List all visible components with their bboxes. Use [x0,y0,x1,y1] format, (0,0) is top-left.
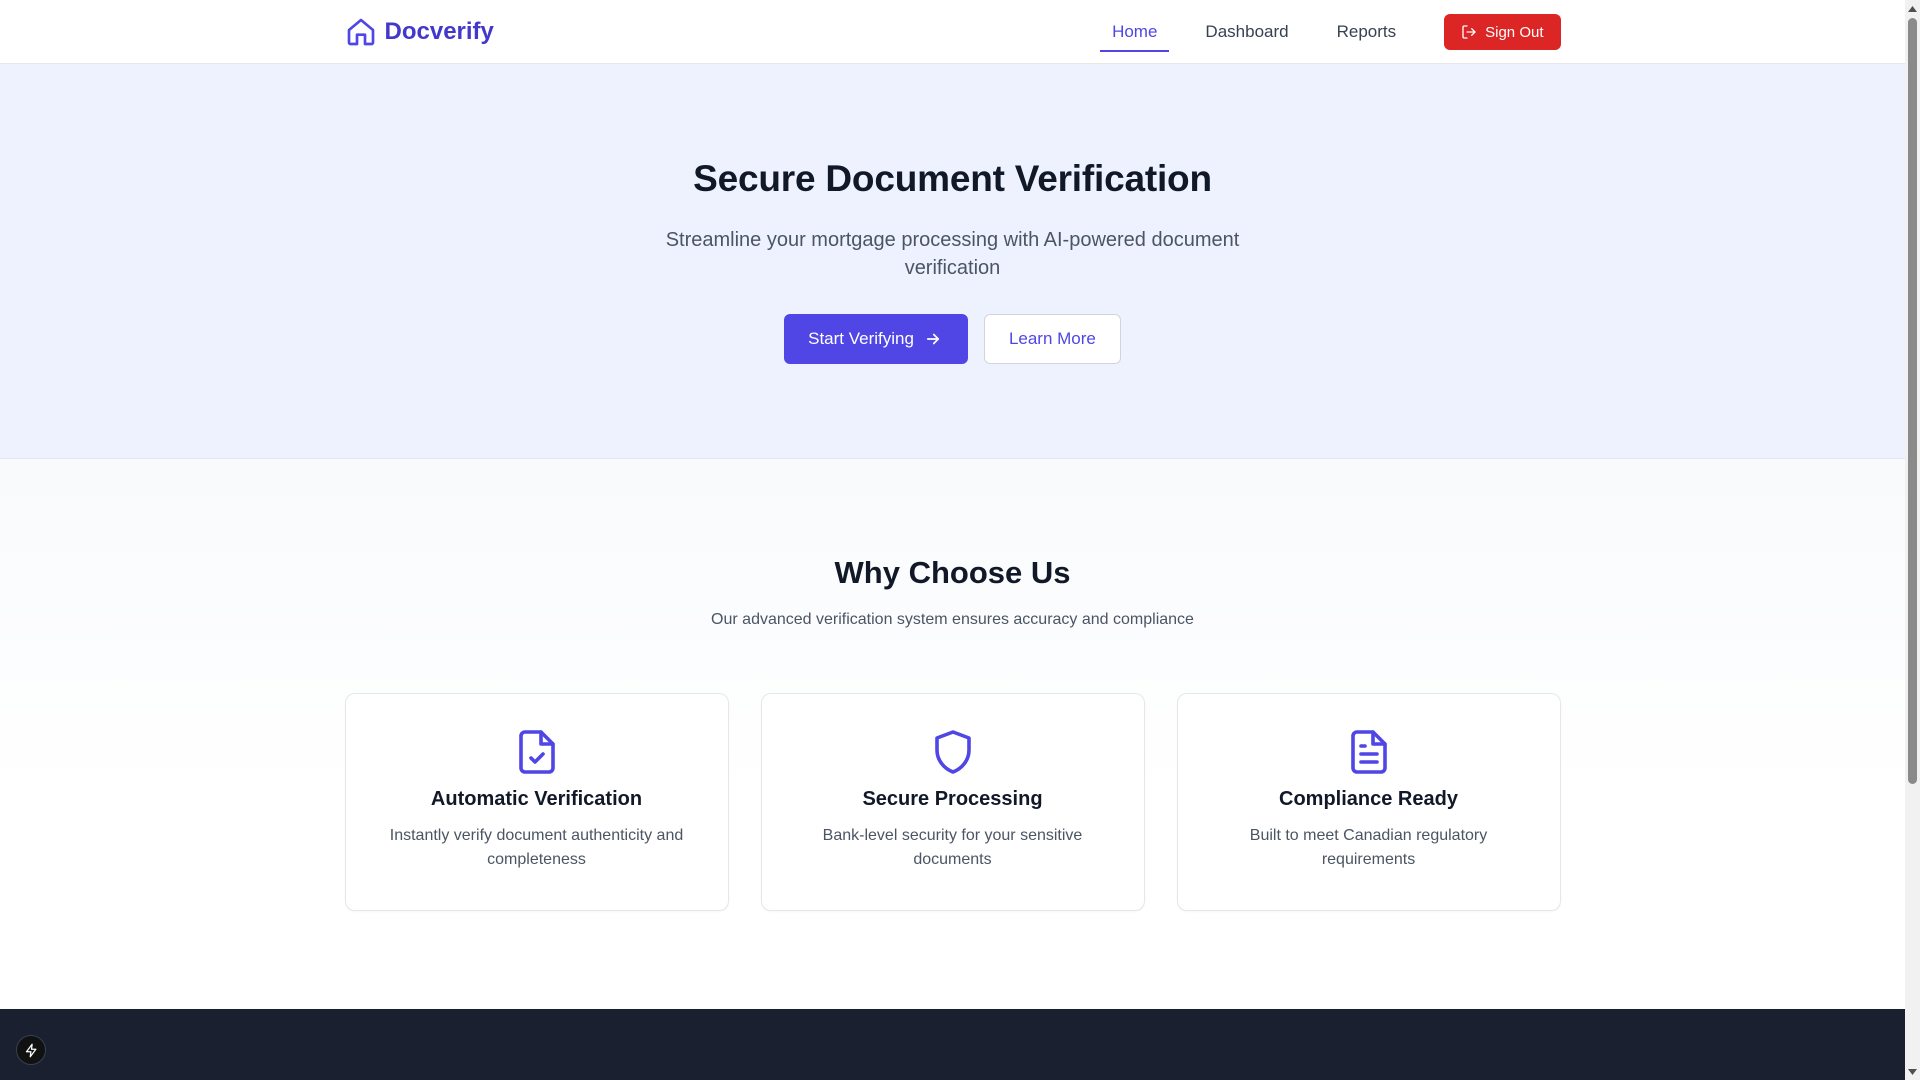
nav-link-dashboard[interactable]: Dashboard [1193,0,1300,64]
feature-cards: Automatic Verification Instantly verify … [344,693,1561,911]
sign-out-label: Sign Out [1485,23,1544,41]
scrollbar-thumb[interactable] [1908,18,1917,784]
learn-more-button[interactable]: Learn More [983,314,1121,364]
arrow-right-icon [926,333,940,345]
start-verifying-button[interactable]: Start Verifying [784,314,968,364]
card-description: Bank-level security for your sensitive d… [822,827,1083,868]
shield-icon [934,730,971,774]
navbar-inner: Docverify Home Dashboard Reports Sign Ou… [345,0,1561,64]
scroll-down-arrow-icon[interactable] [1905,1063,1920,1080]
features-section: Why Choose Us Our advanced verification … [0,459,1905,1009]
card-title: Compliance Ready [1279,788,1458,810]
home-icon [347,18,374,46]
card-description: Instantly verify document authenticity a… [389,827,684,868]
card-title: Secure Processing [862,788,1043,810]
dev-tools-button[interactable] [16,1035,46,1065]
file-text-icon [1350,730,1387,774]
sign-out-button[interactable]: Sign Out [1444,14,1561,50]
file-check-icon [518,730,555,774]
hero-subtitle: Streamline your mortgage processing with… [665,229,1240,279]
page: Docverify Home Dashboard Reports Sign Ou… [0,0,1905,1080]
feature-card-automatic-verification: Automatic Verification Instantly verify … [344,693,729,911]
vertical-scrollbar[interactable] [1905,0,1920,1080]
navbar: Docverify Home Dashboard Reports Sign Ou… [0,0,1905,64]
card-title: Automatic Verification [430,788,643,810]
logout-icon [1462,25,1476,39]
nav-link-home[interactable]: Home [1100,0,1170,64]
nav-link-reports[interactable]: Reports [1325,0,1409,64]
feature-card-secure-processing: Secure Processing Bank-level security fo… [760,693,1145,911]
brand-logo-link[interactable]: Docverify [345,16,494,48]
bolt-icon [25,1043,36,1057]
features-subtitle: Our advanced verification system ensures… [711,611,1194,628]
scroll-up-arrow-icon[interactable] [1905,0,1920,17]
card-description: Built to meet Canadian regulatory requir… [1249,827,1488,868]
start-verifying-label: Start Verifying [808,329,914,348]
brand-name: Docverify [384,18,494,45]
footer [0,1009,1905,1080]
hero-title: Secure Document Verification [693,158,1212,199]
hero-buttons: Start Verifying Learn More [0,314,1905,364]
features-title: Why Choose Us [834,555,1071,590]
nav-links: Home Dashboard Reports Sign Out [1076,0,1561,64]
hero-section: Secure Document Verification Streamline … [0,64,1905,459]
feature-card-compliance-ready: Compliance Ready Built to meet Canadian … [1176,693,1561,911]
